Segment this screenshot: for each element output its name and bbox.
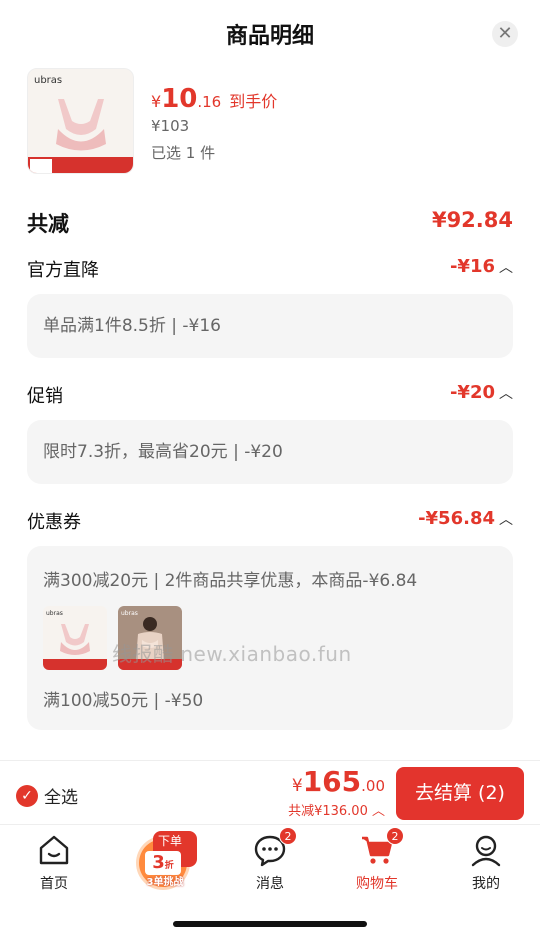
cart-total-price: ¥165.00	[292, 765, 385, 798]
checkout-bar: ✓ 全选 ¥165.00 共减¥136.00 ︿ 去结算 (2)	[0, 760, 540, 824]
home-icon	[37, 833, 71, 867]
chevron-up-icon[interactable]: ︿	[499, 512, 513, 528]
bottom-tab-bar: 首页 下单返 3折 3单挑战 2 消息 2 购物车 我的	[0, 824, 540, 938]
section-promo-detail: 限时7.3折，最高省20元 | -¥20	[27, 420, 513, 484]
select-all-checkbox[interactable]: ✓ 全选	[16, 783, 78, 808]
selected-count: 已选 1 件	[151, 144, 216, 162]
home-indicator	[173, 921, 367, 927]
page-title: 商品明细	[225, 24, 314, 49]
coupon-detail-text: 满300减20元 | 2件商品共享优惠，本商品-¥6.84	[43, 571, 418, 591]
promo-number: 3折	[145, 851, 181, 875]
section-title: 促销	[27, 386, 63, 407]
svg-text:ubras: ubras	[46, 610, 63, 617]
svg-text:ubras: ubras	[121, 610, 138, 617]
cart-discount-text: 共减¥136.00	[288, 804, 368, 819]
section-title: 优惠券	[27, 512, 81, 533]
coupon-detail-text-2: 满100减50元 | -¥50	[43, 691, 204, 711]
price-tag: 到手价	[229, 92, 278, 111]
final-price: ¥10.16 到手价	[151, 84, 277, 114]
amount-text: -¥16	[449, 256, 495, 277]
product-summary: ubras ¥10.16 到手价 ¥103 已选 1 件	[27, 68, 517, 176]
check-icon: ✓	[16, 784, 38, 807]
cart-badge: 2	[386, 827, 404, 845]
cart-discount-toggle[interactable]: 共减¥136.00 ︿	[288, 800, 385, 819]
chevron-up-icon[interactable]: ︿	[499, 386, 513, 402]
close-icon[interactable]: ✕	[492, 21, 518, 47]
select-all-label: 全选	[44, 788, 78, 808]
total-discount-amount: ¥92.84	[431, 208, 513, 232]
tab-promo[interactable]: 下单返 3折 3单挑战	[135, 829, 197, 888]
section-amount: -¥56.84 ︿	[418, 508, 513, 529]
tab-label: 首页	[40, 876, 68, 892]
chevron-up-icon[interactable]: ︿	[499, 260, 513, 276]
tab-me[interactable]: 我的	[451, 833, 521, 893]
message-icon: 2	[253, 827, 297, 867]
section-amount: -¥20 ︿	[450, 382, 513, 403]
total-decimal: .00	[361, 777, 385, 795]
promo-subtitle: 3单挑战	[146, 877, 184, 888]
messages-badge: 2	[279, 827, 297, 845]
promo-unit: 折	[164, 861, 174, 871]
product-image[interactable]: ubras	[27, 68, 134, 174]
product-thumb[interactable]: ubras	[43, 606, 107, 670]
price-decimal: .16	[197, 93, 222, 111]
tab-home[interactable]: 首页	[19, 833, 89, 893]
discount-detail-card: 共减 ¥92.84 官方直降 -¥16 ︿ 单品满1件8.5折 | -¥16 促销…	[12, 182, 529, 754]
svg-text:ubras: ubras	[34, 75, 62, 86]
tab-label: 消息	[256, 876, 284, 892]
detail-text: 单品满1件8.5折 | -¥16	[43, 316, 221, 336]
chevron-up-icon: ︿	[367, 804, 385, 819]
total-discount-label: 共减	[27, 212, 69, 236]
amount-text: -¥20	[449, 382, 495, 403]
section-amount: -¥16 ︿	[450, 256, 513, 277]
total-currency: ¥	[291, 776, 303, 796]
sheet-header: 商品明细 ✕	[0, 0, 540, 66]
price-currency: ¥	[151, 92, 162, 111]
cart-icon: 2	[360, 827, 404, 867]
original-price: ¥103	[151, 117, 190, 135]
user-icon	[469, 833, 503, 867]
tab-label: 购物车	[356, 876, 398, 892]
section-title: 官方直降	[27, 260, 99, 281]
total-integer: 165	[302, 765, 362, 798]
detail-text: 限时7.3折，最高省20元 | -¥20	[43, 442, 283, 462]
amount-text: -¥56.84	[418, 508, 495, 529]
promo-number-text: 3	[152, 852, 165, 873]
watermark: 线报酷 new.xianbao.fun	[112, 642, 352, 666]
tab-cart[interactable]: 2 购物车	[342, 827, 412, 893]
tab-label: 我的	[472, 876, 500, 892]
product-detail-sheet: 商品明细 ✕ ubras ¥10.16 到手价 ¥103 已选 1 件 共减 ¥9…	[0, 0, 540, 760]
section-official-detail: 单品满1件8.5折 | -¥16	[27, 294, 513, 358]
tab-messages[interactable]: 2 消息	[235, 827, 305, 893]
price-integer: 10	[161, 84, 198, 114]
checkout-button[interactable]: 去结算 (2)	[396, 767, 524, 820]
